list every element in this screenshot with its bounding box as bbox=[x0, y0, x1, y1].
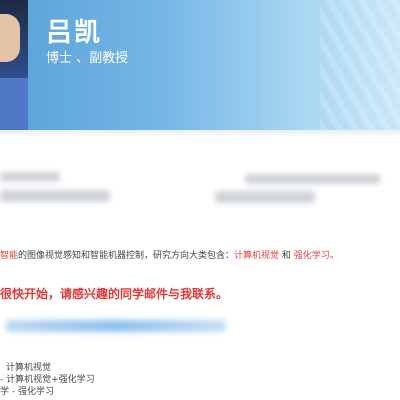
profile-header: 吕凯 博士 、副教授 bbox=[0, 0, 400, 130]
profile-name: 吕凯 bbox=[46, 18, 103, 48]
email-link-redacted[interactable] bbox=[6, 320, 226, 332]
contact-info-right-redacted-2 bbox=[215, 191, 315, 203]
research-description: 智能的图像视觉感知和智能机器控制，研究方向大类包含：计算机视觉 和 强化学习。 bbox=[0, 248, 400, 261]
contact-info-left-redacted-2 bbox=[0, 190, 110, 202]
research-highlight-cv: 计算机视觉 bbox=[234, 251, 280, 261]
research-connector: 和 bbox=[279, 251, 294, 261]
research-text: 的图像视觉感知和智能机器控制，研究方向大类包含： bbox=[18, 251, 235, 261]
avatar-face bbox=[0, 14, 20, 62]
direction-item: 学 - 强化学习 bbox=[0, 387, 54, 397]
research-prefix: 智能 bbox=[0, 251, 19, 261]
avatar bbox=[0, 0, 28, 130]
contact-info-left-redacted bbox=[0, 172, 60, 182]
research-highlight-rl: 强化学习。 bbox=[293, 251, 339, 261]
recruitment-notice: 很快开始，请感兴趣的同学邮件与我联系。 bbox=[0, 287, 229, 301]
profile-title: 博士 、副教授 bbox=[46, 51, 129, 66]
contact-info-right-redacted bbox=[245, 174, 380, 184]
header-divider bbox=[0, 130, 400, 138]
avatar-shirt bbox=[0, 78, 28, 130]
